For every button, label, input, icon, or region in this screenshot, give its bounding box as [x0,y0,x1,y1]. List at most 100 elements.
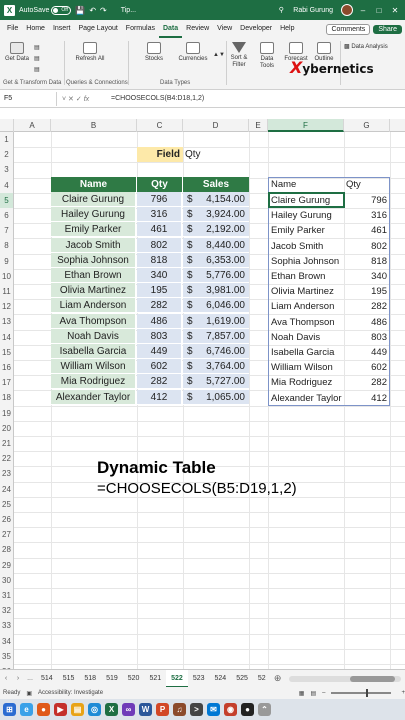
zoom-slider[interactable] [331,689,392,697]
source-cell-qty[interactable]: 282 [137,298,182,314]
save-icon[interactable]: 💾 [75,6,85,15]
result-cell-qty[interactable]: 461 [344,223,390,238]
row-header[interactable]: 10 [0,268,14,284]
tab-page-layout[interactable]: Page Layout [74,20,121,38]
row-header[interactable]: 31 [0,588,14,604]
result-cell-name[interactable]: Hailey Gurung [269,208,343,223]
field-value-cell[interactable]: Qty [185,147,245,162]
zoom-out-icon[interactable]: – [322,690,325,696]
source-cell-sales[interactable]: $3,764.00 [183,359,249,375]
macro-record-icon[interactable]: ▣ [26,690,32,697]
source-cell-qty[interactable]: 803 [137,328,182,344]
chevron-right-icon[interactable]: › [12,675,24,682]
source-cell-sales[interactable]: $3,981.00 [183,283,249,299]
horizontal-scrollbar[interactable] [288,675,401,682]
row-header[interactable]: 17 [0,375,14,391]
tab-help[interactable]: Help [276,20,298,38]
row-header[interactable]: 14 [0,329,14,345]
column-header-b[interactable]: B [51,119,137,132]
mail-icon[interactable]: ✉ [207,703,220,716]
source-cell-qty[interactable]: 486 [137,313,182,329]
column-header-a[interactable]: A [14,119,51,132]
source-cell-qty[interactable]: 195 [137,283,182,299]
row-header[interactable]: 16 [0,360,14,376]
row-header[interactable]: 2 [0,147,14,163]
sheet-tab-521[interactable]: 521 [144,670,166,688]
source-cell-sales[interactable]: $6,746.00 [183,344,249,359]
row-header[interactable]: 8 [0,238,14,254]
normal-view-icon[interactable]: ▦ [299,690,305,697]
tab-insert[interactable]: Insert [49,20,75,38]
source-cell-sales[interactable]: $3,924.00 [183,207,249,223]
result-cell-name[interactable]: Noah Davis [269,330,343,345]
video-app-icon[interactable]: ▶ [54,703,67,716]
redo-icon[interactable]: ↷ [100,6,107,15]
currencies-button[interactable]: Currencies [176,42,210,63]
row-header[interactable]: 22 [0,451,14,467]
browser-edge-icon[interactable]: e [20,703,33,716]
tab-home[interactable]: Home [22,20,49,38]
source-cell-qty[interactable]: 316 [137,207,182,223]
source-cell-name[interactable]: Hailey Gurung [51,207,136,223]
search-icon[interactable]: ⚲ [273,6,289,14]
source-cell-name[interactable]: Alexander Taylor [51,389,136,405]
row-header[interactable]: 34 [0,633,14,649]
result-cell-name[interactable]: Jacob Smith [269,239,343,254]
result-cell-name[interactable]: Olivia Martinez [269,284,343,299]
tab-review[interactable]: Review [182,20,213,38]
result-cell-name[interactable]: Ethan Brown [269,269,343,284]
result-cell-qty[interactable]: 803 [344,330,390,345]
source-cell-name[interactable]: Ethan Brown [51,268,136,283]
row-header[interactable]: 28 [0,542,14,558]
close-icon[interactable]: ✕ [389,6,401,15]
field-label-cell[interactable]: Field [137,147,183,162]
result-cell-qty[interactable]: 818 [344,254,390,269]
row-header[interactable]: 6 [0,208,14,224]
row-header[interactable]: 24 [0,481,14,497]
chrome-icon[interactable]: ◎ [88,703,101,716]
source-cell-name[interactable]: Olivia Martinez [51,283,136,299]
result-cell-name[interactable]: Sophia Johnson [269,254,343,269]
minimize-icon[interactable]: – [357,6,369,15]
tab-formulas[interactable]: Formulas [122,20,159,38]
zoom-in-icon[interactable]: + [401,690,405,696]
result-cell-name[interactable]: William Wilson [269,360,343,375]
data-types-scroll-icon[interactable]: ▲▼ [213,52,225,58]
column-header-c[interactable]: C [137,119,183,132]
sheet-tab-518[interactable]: 518 [79,670,101,688]
source-cell-qty[interactable]: 602 [137,359,182,375]
start-icon[interactable]: ⊞ [3,703,16,716]
row-header[interactable]: 25 [0,496,14,512]
row-header[interactable]: 9 [0,253,14,269]
row-header[interactable]: 5 [0,192,14,208]
chevron-down-icon[interactable]: ˅ [62,96,66,103]
row-header[interactable]: 32 [0,603,14,619]
row-header[interactable]: 4 [0,177,14,193]
stocks-button[interactable]: Stocks [140,42,168,63]
result-cell-qty[interactable]: 602 [344,360,390,375]
file-explorer-icon[interactable]: ▤ [71,703,84,716]
photo-app-icon[interactable]: ◉ [224,703,237,716]
active-cell-cursor[interactable] [268,192,345,208]
source-cell-qty[interactable]: 796 [137,192,182,207]
maximize-icon[interactable]: □ [373,6,385,15]
tab-view[interactable]: View [213,20,236,38]
avatar[interactable] [341,4,353,16]
source-cell-name[interactable]: Ava Thompson [51,313,136,329]
sheet-tab-515[interactable]: 515 [58,670,80,688]
row-header[interactable]: 15 [0,344,14,360]
data-analysis-button[interactable]: ▩ Data Analysis [344,43,388,50]
get-data-button[interactable]: Get Data [4,42,30,63]
source-cell-sales[interactable]: $5,776.00 [183,268,249,283]
cancel-icon[interactable]: ✕ [68,96,74,103]
result-cell-name[interactable]: Mia Rodriguez [269,375,343,390]
column-header-e[interactable]: E [249,119,268,132]
source-cell-sales[interactable]: $6,046.00 [183,298,249,314]
sort-filter-button[interactable]: Sort & Filter [228,42,250,69]
source-header-name[interactable]: Name [51,177,137,192]
source-cell-sales[interactable]: $6,353.00 [183,252,249,268]
undo-icon[interactable]: ↶ [89,6,96,15]
enter-icon[interactable]: ✓ [76,96,82,103]
row-header[interactable]: 1 [0,132,14,148]
comments-button[interactable]: Comments [326,23,371,35]
